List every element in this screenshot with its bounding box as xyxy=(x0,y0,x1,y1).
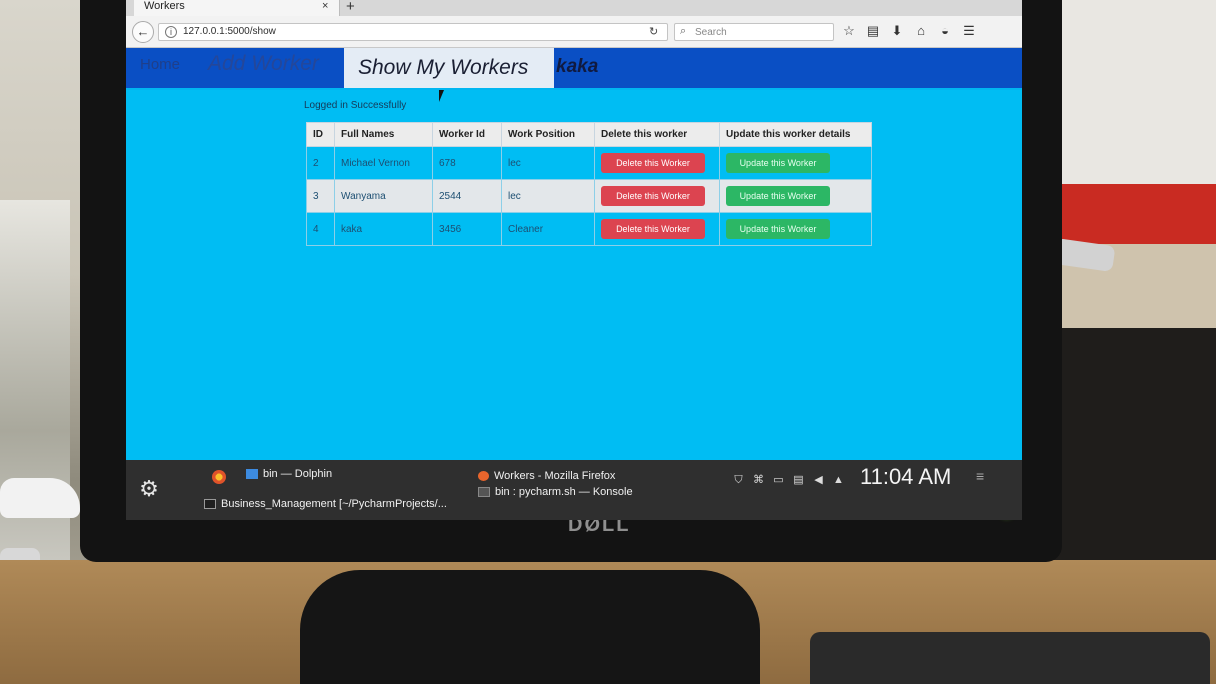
column-header-id: ID xyxy=(306,122,335,147)
url-bar[interactable]: i 127.0.0.1:5000/show ↻ xyxy=(158,23,668,41)
car-outside xyxy=(0,478,80,518)
cell-id: 3 xyxy=(306,179,335,213)
info-icon[interactable]: i xyxy=(165,26,177,38)
url-text[interactable]: 127.0.0.1:5000/show xyxy=(183,26,276,37)
delete-worker-button[interactable]: Delete this Worker xyxy=(601,186,705,206)
task-dolphin-label: bin — Dolphin xyxy=(263,468,333,480)
network-icon[interactable]: ⌘ xyxy=(752,474,765,487)
column-header-work-position: Work Position xyxy=(501,122,595,147)
cell-id: 2 xyxy=(306,146,335,180)
cell-id: 4 xyxy=(306,212,335,246)
terminal-icon xyxy=(478,487,490,498)
cell-full-name: Michael Vernon xyxy=(334,146,433,180)
close-tab-icon[interactable]: × xyxy=(322,0,328,12)
pocket-icon[interactable]: ◒ xyxy=(938,22,952,40)
firefox-launcher-icon[interactable] xyxy=(212,470,226,484)
status-message: Logged in Successfully xyxy=(304,100,407,111)
cell-delete: Delete this Worker xyxy=(594,179,720,213)
table-row: 4 kaka 3456 Cleaner Delete this Worker U… xyxy=(306,212,872,246)
page-content: Logged in Successfully ID Full Names Wor… xyxy=(126,90,1022,460)
kde-taskbar: ⚙ bin — Dolphin Workers - Mozilla Firefo… xyxy=(126,460,1022,520)
update-worker-button[interactable]: Update this Worker xyxy=(726,186,830,206)
update-worker-button[interactable]: Update this Worker xyxy=(726,219,830,239)
nav-show-my-workers-label: Show My Workers xyxy=(358,56,529,79)
nav-show-my-workers-tab[interactable]: Show My Workers xyxy=(344,48,554,88)
table-header-row: ID Full Names Worker Id Work Position De… xyxy=(306,122,872,147)
cell-update: Update this Worker xyxy=(719,212,872,246)
new-tab-icon[interactable]: + xyxy=(346,0,355,15)
browser-tab[interactable]: Workers × xyxy=(134,0,340,16)
folder-icon xyxy=(246,469,258,480)
update-worker-button[interactable]: Update this Worker xyxy=(726,153,830,173)
kde-launcher-icon[interactable]: ⚙ xyxy=(134,474,164,504)
screen: Workers × + ← i 127.0.0.1:5000/show ↻ ⌕ … xyxy=(126,0,1022,520)
cell-full-name: kaka xyxy=(334,212,433,246)
task-pycharm[interactable]: Business_Management [~/PycharmProjects/.… xyxy=(204,498,447,510)
shield-icon[interactable]: ⛉ xyxy=(732,474,745,487)
nav-home-link[interactable]: Home xyxy=(140,56,180,73)
keyboard xyxy=(810,632,1210,684)
search-input[interactable]: ⌕ Search xyxy=(674,23,834,41)
pycharm-icon xyxy=(204,499,216,510)
bookmark-star-icon[interactable]: ☆ xyxy=(842,22,856,40)
toolbar-icons: ☆ ▤ ⬇ ⌂ ◒ ☰ xyxy=(842,22,976,40)
column-header-full-names: Full Names xyxy=(334,122,433,147)
cell-update: Update this Worker xyxy=(719,179,872,213)
task-konsole[interactable]: bin : pycharm.sh — Konsole xyxy=(478,486,633,498)
reload-icon[interactable]: ↻ xyxy=(649,25,658,38)
delete-worker-button[interactable]: Delete this Worker xyxy=(601,153,705,173)
browser-toolbar: ← i 127.0.0.1:5000/show ↻ ⌕ Search ☆ ▤ ⬇… xyxy=(126,16,1022,48)
task-firefox[interactable]: Workers - Mozilla Firefox xyxy=(478,470,615,482)
task-konsole-label: bin : pycharm.sh — Konsole xyxy=(495,486,633,498)
cell-full-name: Wanyama xyxy=(334,179,433,213)
taskbar-clock[interactable]: 11:04 AM xyxy=(860,464,951,490)
search-placeholder: Search xyxy=(695,27,727,38)
cell-delete: Delete this Worker xyxy=(594,146,720,180)
cell-position: Cleaner xyxy=(501,212,595,246)
hamburger-menu-icon[interactable]: ☰ xyxy=(962,22,976,40)
column-header-delete: Delete this worker xyxy=(594,122,720,147)
nav-add-worker-link[interactable]: Add Worker xyxy=(208,52,319,76)
tab-title: Workers xyxy=(144,0,185,12)
cell-position: lec xyxy=(501,146,595,180)
monitor-stand xyxy=(300,570,760,684)
table-row: 3 Wanyama 2544 lec Delete this Worker Up… xyxy=(306,179,872,213)
workers-table: ID Full Names Worker Id Work Position De… xyxy=(306,122,872,246)
room-wall-right xyxy=(1040,0,1216,190)
search-icon: ⌕ xyxy=(680,25,687,37)
tray-expand-icon[interactable]: ▲ xyxy=(832,474,845,487)
clipboard-icon[interactable]: ▤ xyxy=(792,474,805,487)
task-pycharm-label: Business_Management [~/PycharmProjects/.… xyxy=(221,498,447,510)
task-firefox-label: Workers - Mozilla Firefox xyxy=(494,470,616,482)
cell-position: lec xyxy=(501,179,595,213)
cell-worker-id: 3456 xyxy=(432,212,502,246)
column-header-worker-id: Worker Id xyxy=(432,122,502,147)
delete-worker-button[interactable]: Delete this Worker xyxy=(601,219,705,239)
wall-red-stripe xyxy=(1040,184,1216,246)
browser-tab-bar: Workers × + xyxy=(126,0,1022,16)
firefox-icon xyxy=(478,471,489,482)
download-icon[interactable]: ⬇ xyxy=(890,22,904,40)
cell-worker-id: 678 xyxy=(432,146,502,180)
nav-username: kaka xyxy=(556,56,599,77)
cell-worker-id: 2544 xyxy=(432,179,502,213)
back-arrow-icon[interactable]: ← xyxy=(132,21,154,43)
cell-update: Update this Worker xyxy=(719,146,872,180)
home-icon[interactable]: ⌂ xyxy=(914,22,928,40)
cell-delete: Delete this Worker xyxy=(594,212,720,246)
panel-menu-icon[interactable]: ≡ xyxy=(976,468,984,484)
system-tray: ⛉ ⌘ ▭ ▤ ◀ ▲ xyxy=(732,474,845,487)
mouse-cursor-icon xyxy=(439,90,444,102)
volume-icon[interactable]: ◀ xyxy=(812,474,825,487)
reading-list-icon[interactable]: ▤ xyxy=(866,22,880,40)
table-row: 2 Michael Vernon 678 lec Delete this Wor… xyxy=(306,146,872,180)
task-dolphin[interactable]: bin — Dolphin xyxy=(246,468,332,480)
display-icon[interactable]: ▭ xyxy=(772,474,785,487)
app-navbar: Home Add Worker Show My Workers kaka xyxy=(126,48,1022,88)
column-header-update: Update this worker details xyxy=(719,122,872,147)
